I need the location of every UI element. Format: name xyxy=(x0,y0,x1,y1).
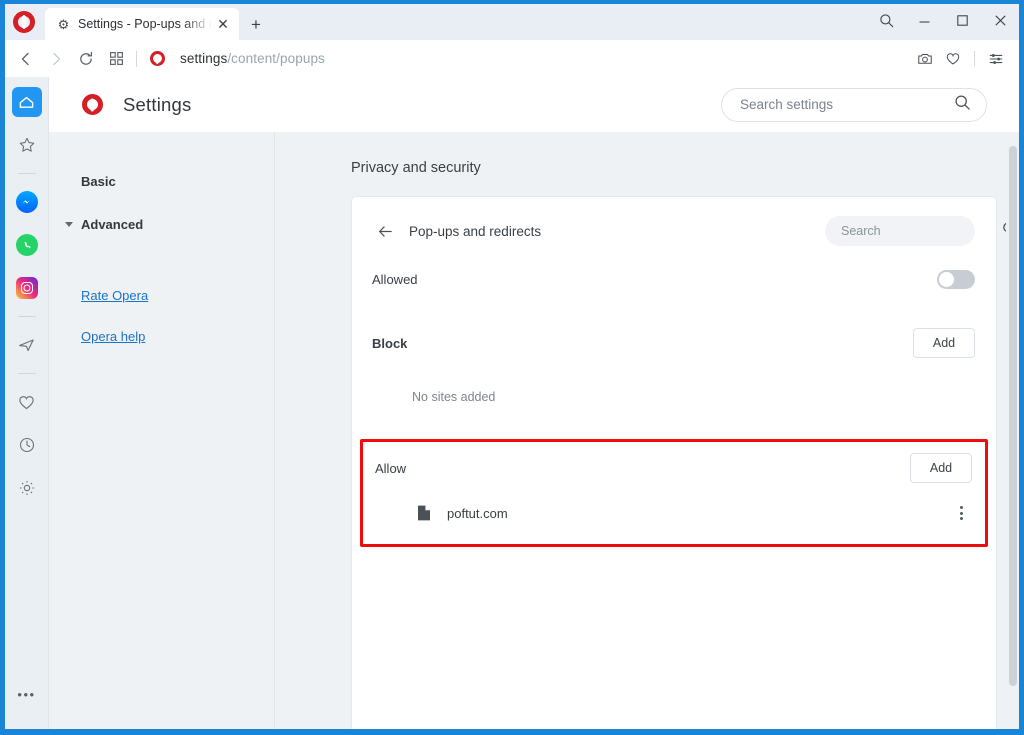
allowed-row: Allowed xyxy=(352,246,996,312)
forward-arrow-icon[interactable] xyxy=(41,44,71,74)
new-tab-button[interactable]: + xyxy=(241,8,271,40)
gear-icon: ⚙ xyxy=(57,16,70,32)
minimize-icon[interactable] xyxy=(905,4,943,36)
browser-window: ⚙ Settings - Pop-ups and red ✕ + setting… xyxy=(0,0,1024,735)
nav-links: Rate Opera Opera help xyxy=(81,288,274,344)
sidebar-item-bookmarks[interactable] xyxy=(12,130,42,160)
nav-section-basic[interactable]: Basic xyxy=(81,174,274,189)
window-inner: ⚙ Settings - Pop-ups and red ✕ + setting… xyxy=(5,4,1019,729)
sidebar-item-instagram[interactable] xyxy=(12,273,42,303)
block-add-button[interactable]: Add xyxy=(913,328,975,358)
sidebar-item-history[interactable] xyxy=(12,430,42,460)
settings-header: Settings xyxy=(49,77,1019,132)
link-rate-opera[interactable]: Rate Opera xyxy=(81,288,274,303)
settings-nav: Basic Advanced Rate Opera Opera help xyxy=(49,132,275,729)
sidebar-item-messenger[interactable] xyxy=(12,187,42,217)
sidebar-more-button[interactable]: ••• xyxy=(17,688,35,701)
card-search-input[interactable] xyxy=(841,224,1002,238)
allow-section-highlight: Allow Add poftut.com xyxy=(360,439,988,547)
reload-icon[interactable] xyxy=(71,44,101,74)
url-host: settings xyxy=(180,51,228,66)
nav-section-advanced[interactable]: Advanced xyxy=(65,217,274,232)
list-item[interactable]: poftut.com xyxy=(363,492,985,534)
allowed-label: Allowed xyxy=(372,271,418,287)
allow-add-button[interactable]: Add xyxy=(910,453,972,483)
settings-body: Basic Advanced Rate Opera Opera help Pri… xyxy=(49,132,1019,729)
address-actions xyxy=(912,46,1009,72)
heart-icon[interactable] xyxy=(940,46,966,72)
block-row: Block Add xyxy=(352,312,996,374)
back-arrow-icon[interactable] xyxy=(11,44,41,74)
sidebar-item-favorites[interactable] xyxy=(12,387,42,417)
divider xyxy=(17,373,36,374)
divider xyxy=(17,316,36,317)
card-search-box[interactable] xyxy=(825,216,1016,246)
back-arrow-icon[interactable] xyxy=(372,218,398,244)
search-input[interactable] xyxy=(740,97,954,112)
opera-logo-icon xyxy=(77,90,107,120)
scrollbar-thumb[interactable] xyxy=(1009,146,1017,686)
card-header: Pop-ups and redirects xyxy=(352,197,1016,246)
site-name: poftut.com xyxy=(447,505,508,521)
settings-page: Settings Basic xyxy=(49,77,1019,729)
sliders-icon[interactable] xyxy=(983,46,1009,72)
close-icon[interactable] xyxy=(981,4,1019,36)
scrollbar[interactable] xyxy=(1006,132,1019,729)
sidebar-item-whatsapp[interactable] xyxy=(12,230,42,260)
speed-dial-icon[interactable] xyxy=(101,44,131,74)
kebab-menu-icon[interactable] xyxy=(950,502,972,524)
url-path: /content/popups xyxy=(227,51,325,66)
whatsapp-icon xyxy=(15,234,38,256)
sidebar-item-home[interactable] xyxy=(11,87,42,117)
sidebar-rail: ••• xyxy=(5,77,49,729)
card-title: Pop-ups and redirects xyxy=(409,223,542,239)
messenger-icon xyxy=(15,191,38,213)
allow-row: Allow Add xyxy=(363,444,985,492)
opera-logo-icon[interactable] xyxy=(5,4,43,40)
tab-title: Settings - Pop-ups and red xyxy=(78,17,213,31)
divider xyxy=(17,173,36,174)
title-bar: ⚙ Settings - Pop-ups and red ✕ + xyxy=(5,4,1019,40)
divider xyxy=(974,51,975,66)
window-controls xyxy=(867,4,1019,36)
search-icon xyxy=(954,94,971,116)
nav-section-advanced-label: Advanced xyxy=(81,217,144,232)
body: ••• Settings Search settings Basic Advan… xyxy=(5,77,1019,729)
settings-card: Pop-ups and redirects Search Allowed Blo… xyxy=(351,196,1016,729)
chevron-down-icon xyxy=(65,222,73,227)
section-title: Privacy and security xyxy=(351,160,481,176)
close-icon[interactable]: ✕ xyxy=(213,14,233,34)
allow-label: Allow xyxy=(375,460,407,476)
sidebar-item-telegram[interactable] xyxy=(12,330,42,360)
document-icon xyxy=(415,504,433,522)
sidebar-item-settings[interactable] xyxy=(12,473,42,503)
browser-tab[interactable]: ⚙ Settings - Pop-ups and red ✕ xyxy=(45,8,239,40)
search-icon[interactable] xyxy=(867,4,905,36)
settings-main: Privacy and security Pop-ups and redirec… xyxy=(275,132,1019,729)
page-title: Settings xyxy=(123,93,192,115)
address-bar: settings/content/popups xyxy=(5,40,1019,77)
camera-icon[interactable] xyxy=(912,46,938,72)
url-text[interactable]: settings/content/popups xyxy=(180,51,912,66)
block-empty-text: No sites added xyxy=(412,390,496,404)
opera-logo-icon xyxy=(146,48,168,70)
block-label: Block xyxy=(372,335,408,351)
instagram-icon xyxy=(15,277,38,299)
maximize-icon[interactable] xyxy=(943,4,981,36)
link-opera-help[interactable]: Opera help xyxy=(81,329,274,344)
divider xyxy=(136,50,137,67)
settings-search-box[interactable] xyxy=(721,87,987,122)
allowed-toggle[interactable] xyxy=(937,269,975,289)
